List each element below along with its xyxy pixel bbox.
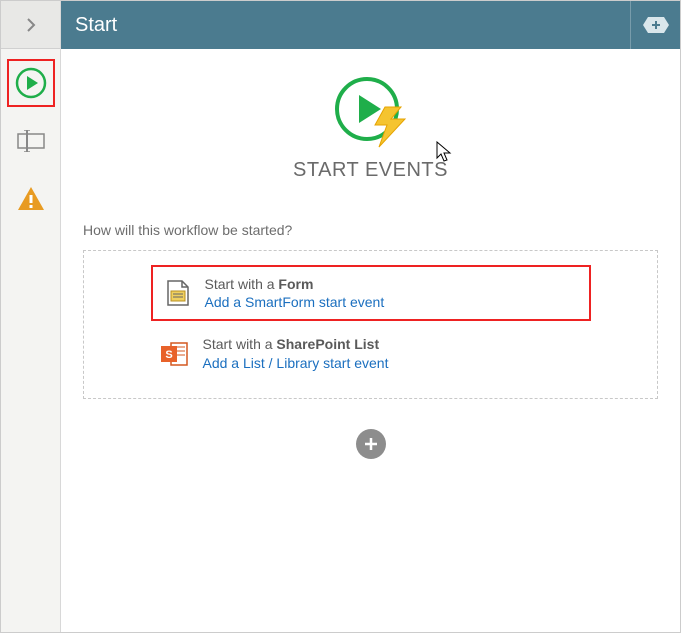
form-icon — [163, 279, 191, 307]
hero-title: START EVENTS — [293, 159, 448, 182]
option-form-title: Start with a Form — [205, 275, 385, 293]
option-start-with-sharepoint[interactable]: S Start with a SharePoint List Add a Lis… — [151, 327, 591, 379]
sidebar-item-start-events[interactable] — [7, 59, 55, 107]
header-action-button[interactable] — [630, 1, 680, 49]
option-start-with-form[interactable]: Start with a Form Add a SmartForm start … — [151, 265, 591, 321]
sidebar-item-rename[interactable] — [7, 117, 55, 165]
start-options-container: Start with a Form Add a SmartForm start … — [83, 250, 658, 399]
sharepoint-icon: S — [161, 340, 189, 368]
panel-title: Start — [75, 14, 117, 37]
option-sharepoint-link[interactable]: Add a List / Library start event — [203, 354, 389, 372]
content-area: START EVENTS How will this workflow be s… — [61, 49, 680, 632]
warning-triangle-icon — [16, 185, 46, 213]
panel-header: Start — [61, 1, 680, 49]
workflow-start-prompt: How will this workflow be started? — [83, 222, 658, 238]
sidebar — [1, 1, 61, 632]
play-circle-icon — [14, 66, 48, 100]
option-form-link[interactable]: Add a SmartForm start event — [205, 293, 385, 311]
plus-icon — [363, 436, 379, 452]
start-events-hero-icon — [331, 73, 411, 153]
hero: START EVENTS — [83, 73, 658, 182]
svg-text:S: S — [165, 349, 172, 361]
add-more-container — [83, 429, 658, 459]
sidebar-item-warnings[interactable] — [7, 175, 55, 223]
option-form-text: Start with a Form Add a SmartForm start … — [205, 275, 385, 311]
add-start-event-button[interactable] — [356, 429, 386, 459]
chevron-right-icon — [24, 18, 38, 32]
option-sharepoint-title: Start with a SharePoint List — [203, 335, 389, 353]
sidebar-expand-toggle[interactable] — [1, 1, 60, 49]
option-sharepoint-text: Start with a SharePoint List Add a List … — [203, 335, 389, 371]
tag-plus-icon — [643, 17, 669, 33]
main-panel: Start START EVENTS — [61, 1, 680, 632]
text-cursor-icon — [16, 130, 46, 152]
